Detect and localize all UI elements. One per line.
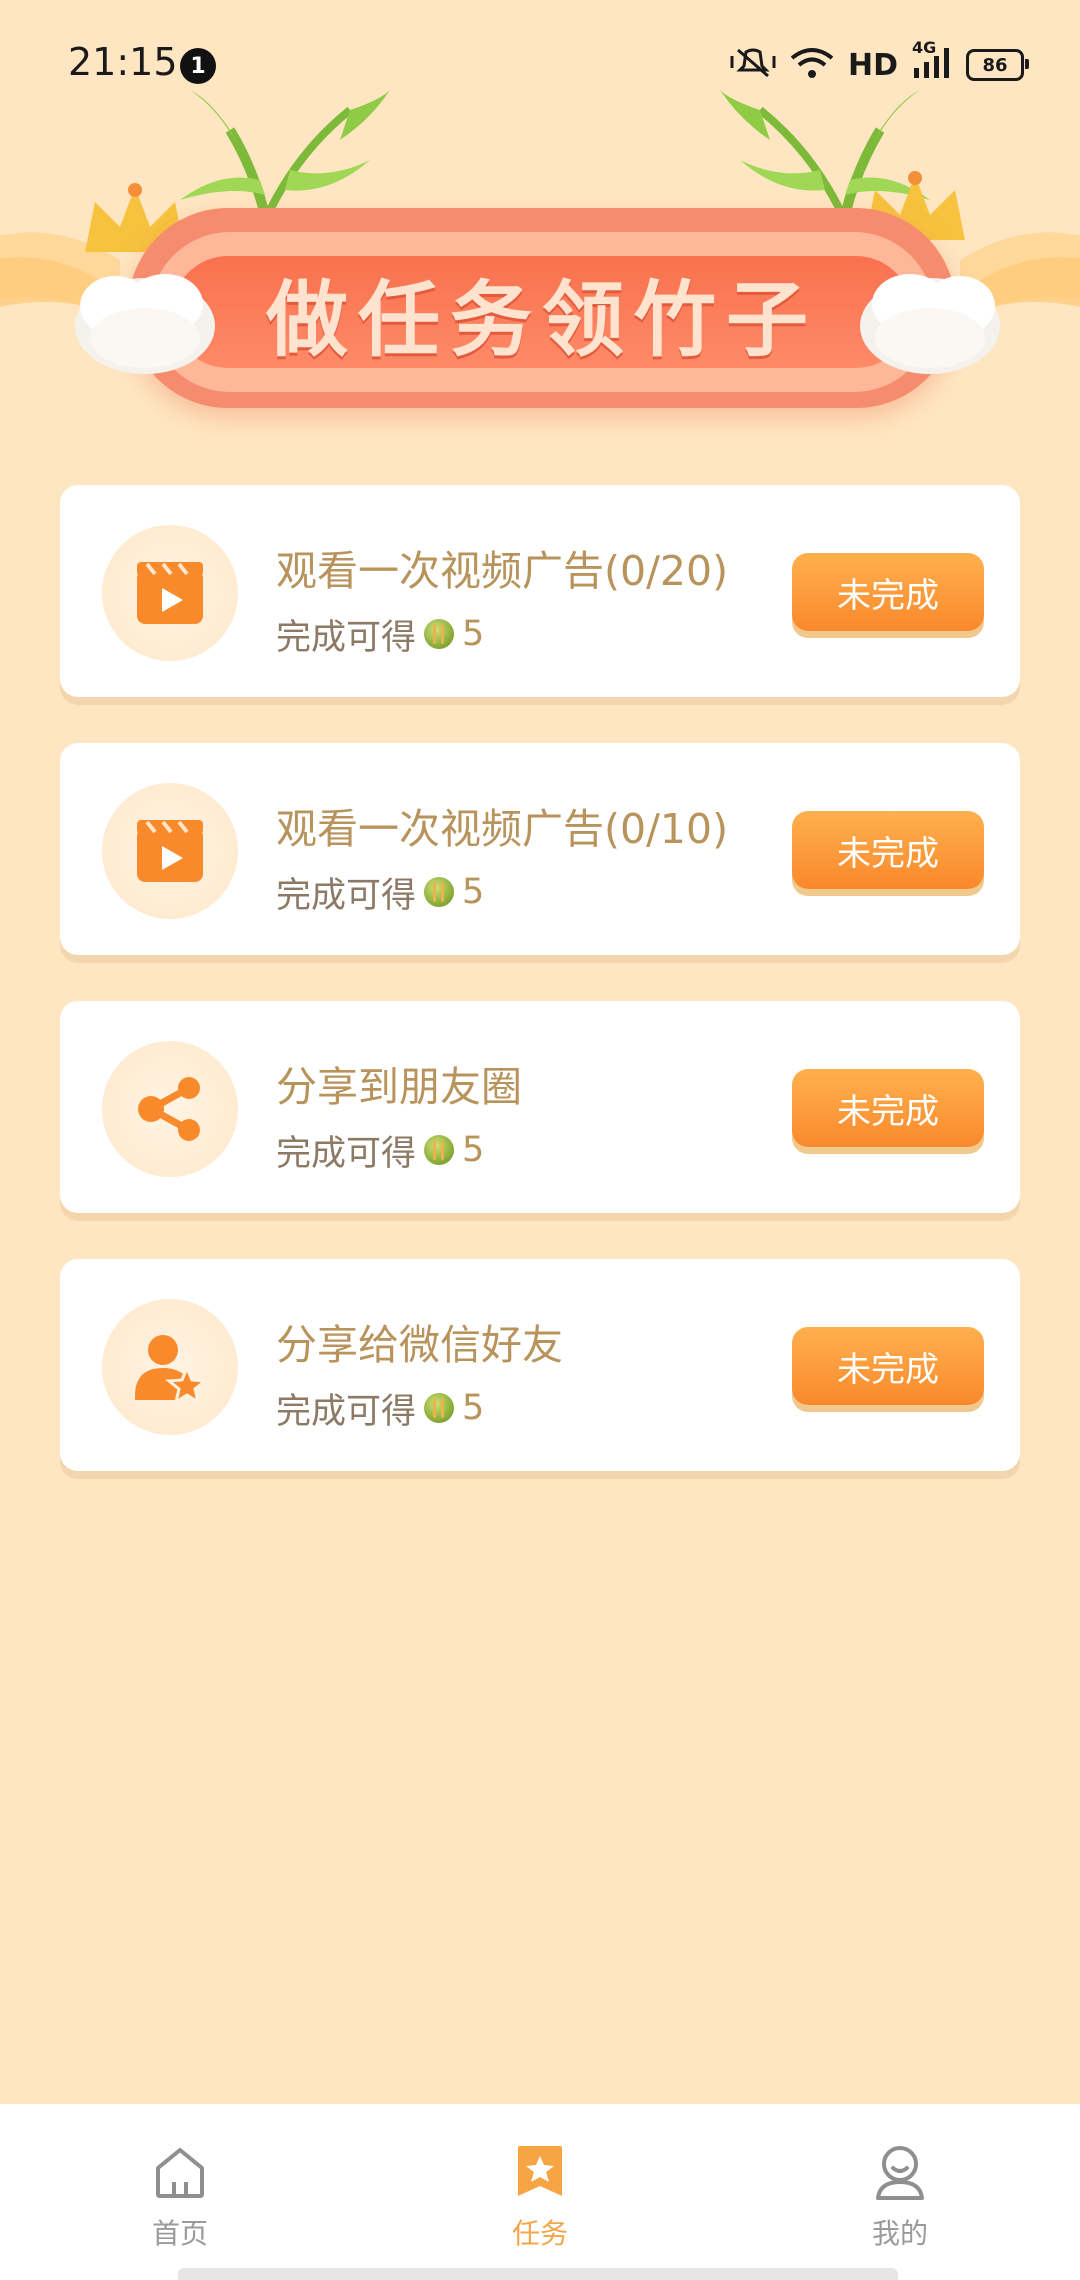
task-card-video-ad-10: 观看一次视频广告(0/10) 完成可得 5 未完成 (60, 743, 1020, 955)
reward-value: 5 (462, 872, 485, 912)
task-icon-container (102, 1041, 238, 1177)
reward-value: 5 (462, 1388, 485, 1428)
signal-icon: 4G (912, 38, 952, 84)
bamboo-coin-icon (424, 1135, 455, 1165)
nav-label-tasks: 任务 (511, 2217, 568, 2250)
task-title: 观看一次视频广告(0/20) (276, 547, 729, 595)
task-title: 观看一次视频广告(0/10) (276, 805, 729, 853)
task-status-button[interactable]: 未完成 (792, 1327, 984, 1405)
task-reward: 完成可得 5 (276, 1125, 484, 1175)
user-star-icon (135, 1335, 207, 1404)
task-list: 观看一次视频广告(0/20) 完成可得 5 未完成 观看一次视频广告(0/10)… (60, 485, 1020, 1517)
task-title: 分享给微信好友 (276, 1321, 563, 1369)
banner-title: 做任务领竹子 (265, 272, 818, 368)
bamboo-coin-icon (424, 877, 455, 907)
status-time: 21:15 (68, 40, 178, 84)
wifi-icon (790, 46, 834, 84)
task-reward: 完成可得 5 (276, 1383, 484, 1433)
task-banner: 做任务领竹子 (0, 90, 1080, 420)
share-icon (138, 1077, 200, 1141)
reward-prefix: 完成可得 (276, 875, 417, 916)
task-status-button[interactable]: 未完成 (792, 811, 984, 889)
task-icon-container (102, 525, 238, 661)
home-icon (156, 2148, 204, 2198)
cloud-right-decoration (860, 274, 1000, 374)
banner-frame-inner: 做任务领竹子 (172, 256, 912, 368)
gesture-bar (178, 2268, 898, 2280)
task-status-button[interactable]: 未完成 (792, 1069, 984, 1147)
notification-badge: 1 (180, 48, 216, 84)
nav-label-profile: 我的 (871, 2217, 928, 2250)
task-reward: 完成可得 5 (276, 867, 484, 917)
reward-value: 5 (462, 614, 485, 654)
task-title: 分享到朋友圈 (276, 1063, 522, 1111)
bamboo-coin-icon (424, 619, 455, 649)
task-card-video-ad-20: 观看一次视频广告(0/20) 完成可得 5 未完成 (60, 485, 1020, 697)
bamboo-coin-icon (424, 1393, 455, 1423)
mute-vibrate-icon (730, 46, 776, 84)
status-icons: HD 4G 86 (730, 38, 1029, 88)
reward-prefix: 完成可得 (276, 617, 417, 658)
task-status-button[interactable]: 未完成 (792, 553, 984, 631)
nav-label-home: 首页 (151, 2217, 208, 2250)
video-ad-icon (137, 562, 203, 624)
profile-icon (876, 2146, 924, 2200)
nav-item-tasks[interactable]: 任务 (360, 2104, 720, 2280)
hd-label: HD (847, 47, 898, 83)
task-star-icon (518, 2146, 562, 2196)
bottom-navigation: 首页 任务 我的 (0, 2104, 1080, 2280)
nav-item-profile[interactable]: 我的 (720, 2104, 1080, 2280)
reward-prefix: 完成可得 (276, 1391, 417, 1432)
video-ad-icon (137, 820, 203, 882)
task-card-share-moments: 分享到朋友圈 完成可得 5 未完成 (60, 1001, 1020, 1213)
task-icon-container (102, 783, 238, 919)
nav-item-home[interactable]: 首页 (0, 2104, 360, 2280)
reward-value: 5 (462, 1130, 485, 1170)
cloud-left-decoration (75, 274, 215, 374)
signal-type-label: 4G (912, 38, 937, 57)
task-reward: 完成可得 5 (276, 609, 484, 659)
task-card-share-friend: 分享给微信好友 完成可得 5 未完成 (60, 1259, 1020, 1471)
battery-indicator: 86 (966, 49, 1029, 81)
reward-prefix: 完成可得 (276, 1133, 417, 1174)
task-icon-container (102, 1299, 238, 1435)
